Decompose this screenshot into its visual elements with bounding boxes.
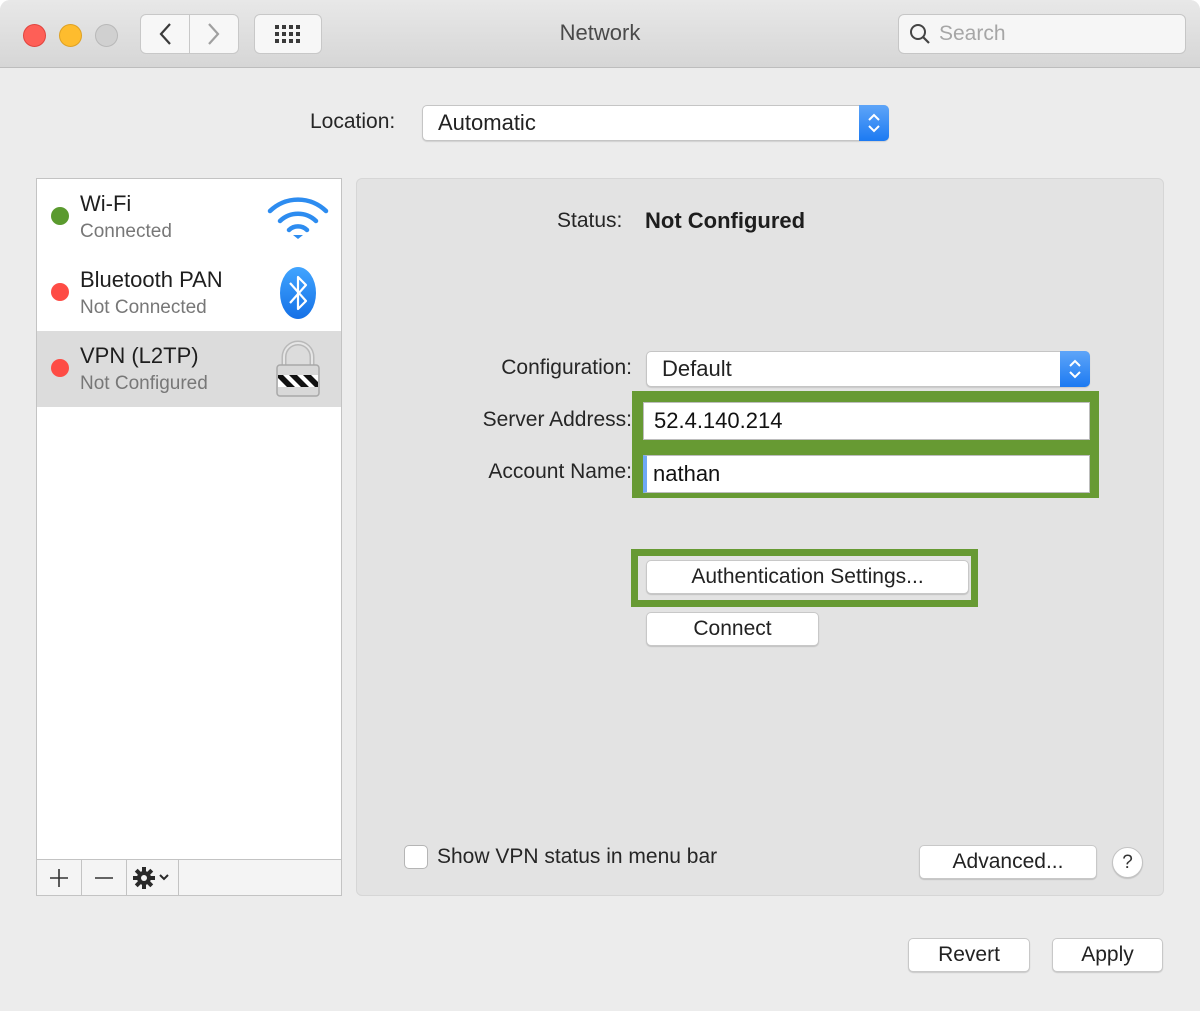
vpn-detail-panel [356,178,1164,896]
gear-icon [132,866,169,889]
configuration-popup[interactable]: Default [646,351,1090,387]
chevron-right-icon [208,23,220,45]
service-item-bluetooth-pan[interactable]: Bluetooth PAN Not Connected [37,255,341,331]
plus-icon [50,868,68,887]
wifi-icon [267,189,329,245]
configuration-label: Configuration: [501,356,632,379]
chevron-left-icon [159,23,171,45]
advanced-button[interactable]: Advanced... [919,845,1097,879]
account-name-label: Account Name: [488,460,632,483]
location-popup[interactable]: Automatic [422,105,889,141]
show-vpn-status-label[interactable]: Show VPN status in menu bar [437,845,717,869]
server-address-label: Server Address: [482,408,632,431]
search-input[interactable] [939,22,1169,46]
show-all-button[interactable] [254,14,322,54]
configuration-value: Default [662,356,732,381]
forward-button[interactable] [190,14,239,54]
account-name-field[interactable]: nathan [643,455,1090,493]
service-name: Bluetooth PAN [80,267,223,292]
back-button[interactable] [140,14,190,54]
service-actions-button[interactable] [127,860,179,895]
title-bar: Network [0,0,1200,68]
bluetooth-icon [267,265,329,321]
lock-icon [267,340,329,397]
status-dot-not-configured [51,359,69,377]
service-state: Not Connected [80,297,207,318]
apply-button[interactable]: Apply [1052,938,1163,972]
authentication-settings-button[interactable]: Authentication Settings... [646,560,969,594]
service-name: Wi-Fi [80,191,132,216]
service-name: VPN (L2TP) [80,343,199,368]
zoom-window-button[interactable] [95,24,118,47]
remove-service-button[interactable] [82,860,127,895]
search-field[interactable] [898,14,1186,54]
minimize-window-button[interactable] [59,24,82,47]
service-state: Not Configured [80,373,208,394]
show-vpn-status-checkbox[interactable] [404,845,428,869]
status-dot-disconnected [51,283,69,301]
popup-arrows-icon [1060,351,1090,387]
service-list-toolbar [37,859,341,895]
location-label: Location: [310,110,396,133]
service-list: Wi-Fi Connected Bluetooth PAN Not Connec… [36,178,342,896]
search-icon [910,24,930,44]
revert-button[interactable]: Revert [908,938,1030,972]
network-preferences-window: Network Location: Automatic Wi-Fi Connec… [0,0,1200,1011]
server-address-field[interactable]: 52.4.140.214 [643,402,1090,440]
add-service-button[interactable] [37,860,82,895]
grid-icon [275,25,300,43]
service-state: Connected [80,221,172,242]
popup-arrows-icon [859,105,889,141]
minus-icon [95,876,113,879]
status-label: Status: [557,209,623,232]
help-button[interactable]: ? [1112,847,1143,878]
status-dot-connected [51,207,69,225]
connect-button[interactable]: Connect [646,612,819,646]
status-value: Not Configured [645,208,806,233]
service-item-vpn-l2tp[interactable]: VPN (L2TP) Not Configured [37,331,341,407]
location-value: Automatic [438,110,536,135]
service-item-wifi[interactable]: Wi-Fi Connected [37,179,341,255]
close-window-button[interactable] [23,24,46,47]
